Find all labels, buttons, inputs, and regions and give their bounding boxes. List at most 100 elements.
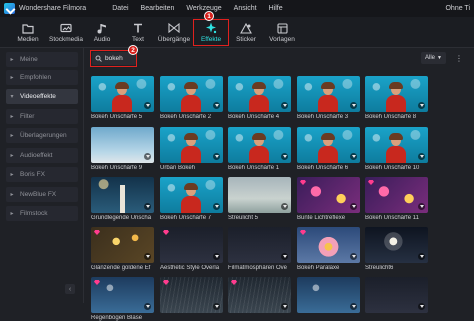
effect-thumbnail[interactable] [228,277,291,313]
effect-card[interactable]: Bokeh Unschärfe 11 [365,177,428,221]
download-icon[interactable] [281,253,288,260]
effect-card[interactable]: Filmatmosphären Ove [228,227,291,271]
effect-thumbnail[interactable] [91,227,154,263]
download-icon[interactable] [144,253,151,260]
effect-thumbnail[interactable] [91,76,154,112]
sidebar-item-ueberlagerungen[interactable]: ▸ Überlagerungen [6,128,78,143]
effect-card[interactable] [365,277,428,313]
download-icon[interactable] [350,203,357,210]
more-options-icon[interactable]: ⋮ [453,52,465,64]
effect-card[interactable]: Bokeh Paralaxe [297,227,360,271]
download-icon[interactable] [350,153,357,160]
effect-card[interactable]: Bokeh Unschärfe 5 [91,76,154,120]
effect-thumbnail[interactable] [365,227,428,263]
download-icon[interactable] [281,102,288,109]
download-icon[interactable] [213,102,220,109]
effect-card[interactable]: Streulicht6 [365,227,428,271]
tab-audio[interactable]: Audio [88,17,116,48]
menu-werkzeuge[interactable]: Werkzeuge [186,5,221,12]
effect-card[interactable]: Glänzende goldene Ef [91,227,154,271]
effect-thumbnail[interactable] [297,76,360,112]
sidebar-item-empfohlen[interactable]: ▸ Empfohlen [6,70,78,85]
tab-sticker[interactable]: Sticker [232,17,260,48]
sidebar-item-newblue-fx[interactable]: ▸ NewBlue FX [6,187,78,202]
effect-card[interactable]: Bokeh Unschärfe 10 [365,127,428,171]
tab-stockmedia[interactable]: Stockmedia [48,17,84,48]
download-icon[interactable] [350,102,357,109]
download-icon[interactable] [144,102,151,109]
effect-thumbnail[interactable] [365,127,428,163]
effect-card[interactable]: Urban Bokeh [160,127,223,171]
effect-thumbnail[interactable] [91,177,154,213]
effect-card[interactable]: Grundlegende Unschä [91,177,154,221]
tab-vorlagen[interactable]: Vorlagen [266,17,298,48]
collapse-sidebar-button[interactable]: ‹ [65,284,75,294]
effect-thumbnail[interactable] [365,76,428,112]
download-icon[interactable] [281,303,288,310]
effect-card[interactable]: Bokeh Unschärfe 8 [365,76,428,120]
download-icon[interactable] [213,303,220,310]
sidebar-item-filmstock[interactable]: ▸ Filmstock [6,206,78,221]
download-icon[interactable] [350,253,357,260]
effect-card[interactable] [297,277,360,313]
download-icon[interactable] [144,303,151,310]
effect-thumbnail[interactable] [297,177,360,213]
download-icon[interactable] [144,153,151,160]
effect-thumbnail[interactable] [160,76,223,112]
effect-thumbnail[interactable] [160,127,223,163]
download-icon[interactable] [213,153,220,160]
download-icon[interactable] [350,303,357,310]
sidebar-item-videoeffekte[interactable]: ▾ Videoeffekte [6,89,78,104]
effect-card[interactable]: Bunte Lichtreflexe [297,177,360,221]
effect-thumbnail[interactable] [228,127,291,163]
effect-thumbnail[interactable] [160,277,223,313]
effect-card[interactable]: Bokeh Unschärfe 1 [228,127,291,171]
effect-card[interactable]: Bokeh Unschärfe 9 [91,127,154,171]
effect-thumbnail[interactable] [228,76,291,112]
tab-uebergaenge[interactable]: Übergänge [156,17,192,48]
menu-bearbeiten[interactable]: Bearbeiten [141,5,175,12]
download-icon[interactable] [418,253,425,260]
download-icon[interactable] [213,203,220,210]
sidebar-item-meine[interactable]: ▸ Meine [6,52,78,67]
effect-card[interactable]: Bokeh Unschärfe 4 [228,76,291,120]
tab-medien[interactable]: Medien [12,17,44,48]
effect-thumbnail[interactable] [228,227,291,263]
download-icon[interactable] [144,203,151,210]
effect-card[interactable] [228,277,291,313]
sidebar-item-filter[interactable]: ▸ Filter [6,109,78,124]
effect-thumbnail[interactable] [365,277,428,313]
tab-effekte[interactable]: Effekte [196,17,226,48]
effect-thumbnail[interactable] [297,227,360,263]
effect-thumbnail[interactable] [91,127,154,163]
effect-thumbnail[interactable] [297,127,360,163]
effect-thumbnail[interactable] [160,177,223,213]
menu-datei[interactable]: Datei [112,5,128,12]
effect-thumbnail[interactable] [365,177,428,213]
menu-ansicht[interactable]: Ansicht [234,5,257,12]
effect-thumbnail[interactable] [228,177,291,213]
download-icon[interactable] [418,153,425,160]
effect-card[interactable]: Bokeh Unschärfe 3 [297,76,360,120]
download-icon[interactable] [213,253,220,260]
download-icon[interactable] [281,153,288,160]
sidebar-item-boris-fx[interactable]: ▸ Boris FX [6,167,78,182]
effect-card[interactable]: Bokeh Unschärfe 2 [160,76,223,120]
menu-hilfe[interactable]: Hilfe [269,5,283,12]
effect-card[interactable]: Bokeh Unschärfe 6 [297,127,360,171]
effect-card[interactable]: Regenbogen Blase [91,277,154,321]
effect-card[interactable]: Streulicht 5 [228,177,291,221]
effect-thumbnail[interactable] [91,277,154,313]
filter-dropdown[interactable]: Alle ▼ [421,52,446,64]
effect-card[interactable]: Bokeh Unschärfe 7 [160,177,223,221]
effect-card[interactable] [160,277,223,313]
sidebar-item-audioeffekt[interactable]: ▸ Audioeffekt [6,148,78,163]
effect-thumbnail[interactable] [160,227,223,263]
download-icon[interactable] [418,102,425,109]
effect-thumbnail[interactable] [297,277,360,313]
download-icon[interactable] [418,303,425,310]
download-icon[interactable] [281,203,288,210]
effect-card[interactable]: Aesthetic Style Overla [160,227,223,271]
tab-text[interactable]: Text [124,17,152,48]
download-icon[interactable] [418,203,425,210]
